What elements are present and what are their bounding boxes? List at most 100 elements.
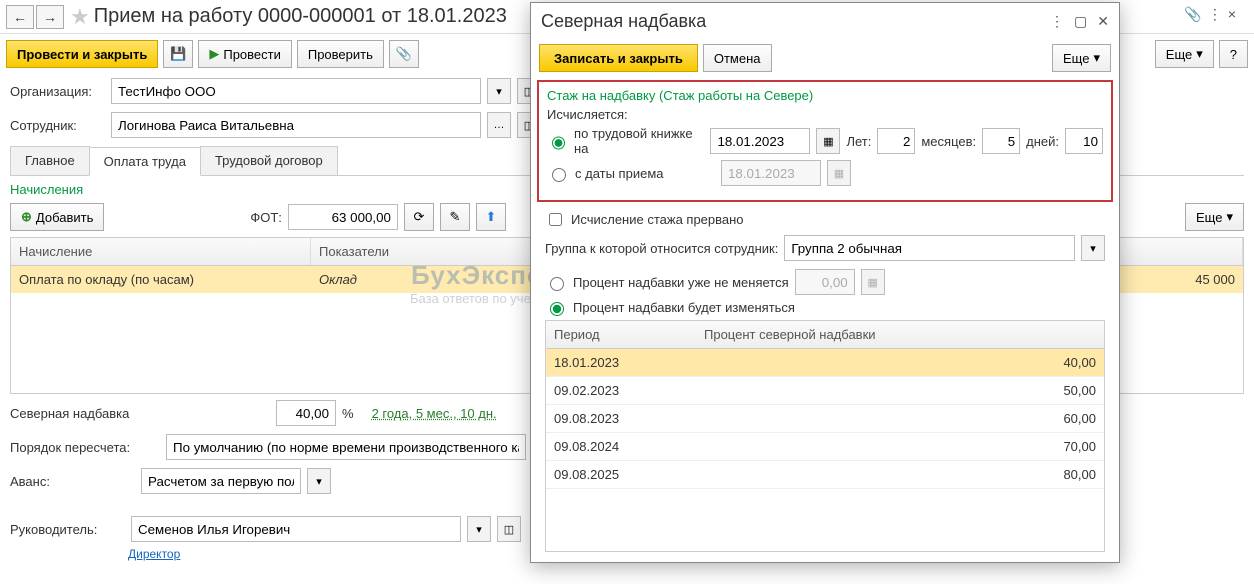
accruals-more-label: Еще [1196,210,1222,225]
schedule-row[interactable]: 09.02.202350,00 [546,377,1104,405]
post-button[interactable]: ▶Провести [198,40,292,68]
recalc-label: Порядок пересчета: [10,440,160,455]
more-button[interactable]: Еще ▾ [1155,40,1214,68]
cell-pct: 40,00 [696,349,1104,376]
cell-pct: 50,00 [696,377,1104,404]
radio-from-hire-label: с даты приема [575,166,715,181]
add-accrual-button[interactable]: ⊕Добавить [10,203,104,231]
recalc-input[interactable] [166,434,526,460]
emp-group-dd[interactable]: ▾ [1081,235,1105,261]
clip-button[interactable]: 📎 [389,40,419,68]
emp-label: Сотрудник: [10,118,105,133]
accrual-name: Оплата по окладу (по часам) [11,266,311,293]
years-input[interactable] [877,128,915,154]
workbook-date-picker[interactable]: ▦ [816,128,840,154]
schedule-row[interactable]: 09.08.202470,00 [546,433,1104,461]
schedule-row[interactable]: 09.08.202580,00 [546,461,1104,489]
col-pct: Процент северной надбавки [696,321,1104,348]
add-label: Добавить [36,210,93,225]
dlg-maximize-icon[interactable]: ▢ [1074,13,1087,30]
emp-group-label: Группа к которой относится сотрудник: [545,241,778,256]
cell-pct: 60,00 [696,405,1104,432]
dlg-more-label: Еще [1063,51,1089,66]
nav-back-button[interactable]: ← [6,5,34,29]
cell-period: 09.08.2024 [546,433,696,460]
chevron-down-icon: ▾ [1196,46,1203,62]
post-button-label: Провести [223,47,281,62]
favorite-star-icon[interactable]: ★ [70,4,90,30]
cell-period: 09.08.2025 [546,461,696,488]
org-label: Организация: [10,84,105,99]
accruals-more-button[interactable]: Еще ▾ [1185,203,1244,231]
pct-changes-label: Процент надбавки будет изменяться [573,300,795,315]
attach-icon[interactable]: 📎 [1184,6,1201,23]
col-accrual: Начисление [11,238,311,265]
more-label: Еще [1166,47,1192,62]
head-popout-button[interactable]: ◫ [497,516,521,542]
emp-input[interactable] [111,112,481,138]
tab-payment[interactable]: Оплата труда [89,147,201,176]
head-dd-button[interactable]: ▾ [467,516,491,542]
days-label: дней: [1026,134,1059,149]
close-icon[interactable]: × [1228,6,1236,23]
days-input[interactable] [1065,128,1103,154]
tab-main[interactable]: Главное [10,146,90,175]
radio-by-workbook[interactable] [552,136,565,150]
cell-period: 09.08.2023 [546,405,696,432]
head-input[interactable] [131,516,461,542]
dlg-save-close-button[interactable]: Записать и закрыть [539,44,698,72]
post-and-close-button[interactable]: Провести и закрыть [6,40,158,68]
seniority-group: Стаж на надбавку (Стаж работы на Севере)… [537,80,1113,202]
years-label: Лет: [846,134,871,149]
org-open-button[interactable]: ▾ [487,78,511,104]
emp-pick-button[interactable]: … [487,112,511,138]
schedule-row[interactable]: 09.08.202360,00 [546,405,1104,433]
radio-pct-fixed[interactable] [550,277,564,291]
north-allowance-dialog: Северная надбавка ⋮ ▢ ✕ Записать и закры… [530,2,1120,563]
up-button[interactable]: ⬆ [476,203,506,231]
dlg-close-icon[interactable]: ✕ [1097,13,1109,30]
org-input[interactable] [111,78,481,104]
radio-by-workbook-label: по трудовой книжке на [574,126,704,156]
pct-schedule-table: Период Процент северной надбавки 18.01.2… [545,320,1105,552]
schedule-row[interactable]: 18.01.202340,00 [546,349,1104,377]
save-button[interactable]: 💾 [163,40,193,68]
help-button[interactable]: ? [1219,40,1248,68]
pct-sign: % [342,406,354,421]
tab-contract[interactable]: Трудовой договор [200,146,338,175]
accrual-sum: 45 000 [1163,266,1243,293]
interrupted-label: Исчисление стажа прервано [571,212,744,227]
months-input[interactable] [982,128,1020,154]
kebab-icon[interactable]: ⋮ [1208,6,1222,23]
cell-pct: 70,00 [696,433,1104,460]
check-button[interactable]: Проверить [297,40,384,68]
seniority-caption: Стаж на надбавку (Стаж работы на Севере) [547,88,1103,103]
north-value-input[interactable] [276,400,336,426]
pct-fixed-input [795,269,855,295]
workbook-date-input[interactable] [710,128,810,154]
window-title: Прием на работу 0000-000001 от 18.01.202… [94,5,507,28]
fot-input[interactable] [288,204,398,230]
dialog-title: Северная надбавка [541,11,706,32]
nav-fwd-button[interactable]: → [36,5,64,29]
emp-group-input[interactable] [784,235,1075,261]
radio-from-hire[interactable] [552,168,566,182]
fot-label: ФОТ: [250,210,282,225]
cell-pct: 80,00 [696,461,1104,488]
radio-pct-changes[interactable] [550,302,564,316]
interrupted-checkbox[interactable] [549,213,562,226]
role-link[interactable]: Директор [128,547,180,561]
refresh-button[interactable]: ⟳ [404,203,434,231]
calc-label: Исчисляется: [547,107,1103,122]
head-label: Руководитель: [10,522,125,537]
cell-period: 18.01.2023 [546,349,696,376]
dlg-cancel-button[interactable]: Отмена [703,44,772,72]
advance-dd-button[interactable]: ▾ [307,468,331,494]
dlg-kebab-icon[interactable]: ⋮ [1050,13,1064,30]
advance-input[interactable] [141,468,301,494]
months-label: месяцев: [921,134,976,149]
seniority-link[interactable]: 2 года, 5 мес., 10 дн. [372,406,497,421]
col-period: Период [546,321,696,348]
dlg-more-button[interactable]: Еще ▾ [1052,44,1111,72]
edit-button[interactable]: ✎ [440,203,470,231]
